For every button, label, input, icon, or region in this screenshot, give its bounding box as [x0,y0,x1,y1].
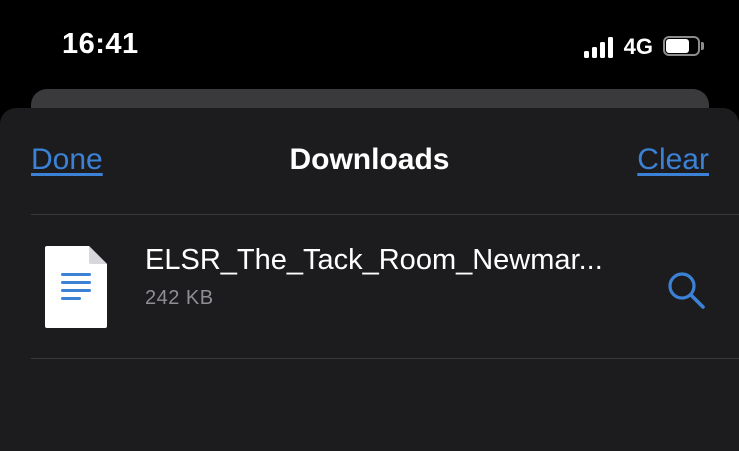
network-type: 4G [623,34,653,59]
document-icon [45,246,107,328]
clear-button[interactable]: Clear [637,143,709,177]
file-size: 242 KB [145,287,214,309]
battery-level [666,39,689,53]
navigation-bar: Done Downloads Clear [0,108,739,214]
divider [31,358,739,359]
status-bar: 16:41 4G [0,0,739,90]
status-time: 16:41 [62,28,139,60]
cellular-signal-icon [583,36,613,58]
page-title: Downloads [289,143,450,176]
download-item[interactable]: ELSR_The_Tack_Room_Newmar... 242 KB [0,215,739,358]
downloads-sheet: Done Downloads Clear ELSR_The_Tack_Room_… [0,108,739,451]
search-icon[interactable] [664,268,708,312]
status-indicators: 4G [583,34,705,60]
file-name: ELSR_The_Tack_Room_Newmar... [145,244,603,276]
screen: 16:41 4G Done Downloads Clear ELSR_The_T… [0,0,739,451]
battery-icon [663,36,705,58]
